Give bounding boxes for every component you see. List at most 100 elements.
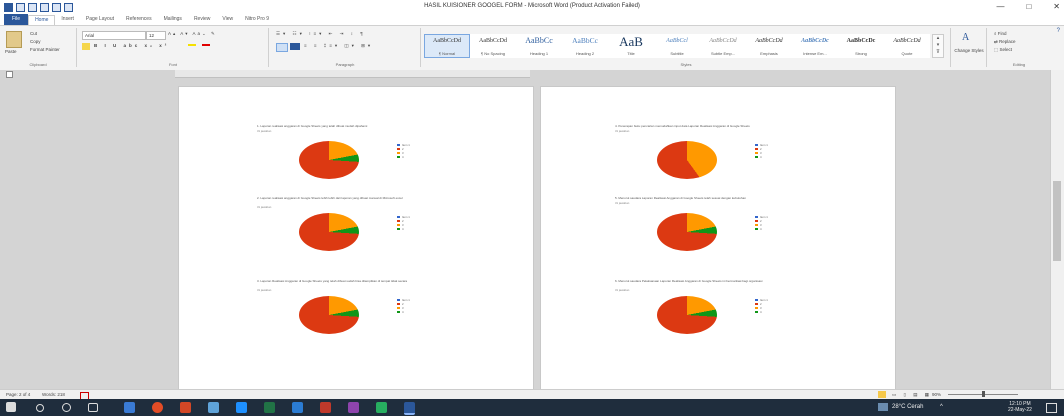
font-label: Font <box>168 62 177 67</box>
style-quote[interactable]: AaBbCcDd Quote <box>884 34 930 58</box>
page-count[interactable]: Page: 2 of 4 <box>6 392 30 397</box>
clipboard-label: Clipboard <box>29 62 47 67</box>
font-name-select[interactable]: Arial <box>82 31 146 40</box>
print-layout-icon[interactable] <box>878 391 886 398</box>
highlight-color-icon[interactable] <box>188 44 196 46</box>
notification-icon[interactable] <box>1046 403 1057 413</box>
maximize-button[interactable]: □ <box>1026 2 1031 11</box>
legend-swatch <box>397 227 400 231</box>
tray-chevron-icon[interactable]: ^ <box>940 404 943 410</box>
tab-file[interactable]: File <box>4 14 29 25</box>
style-intense-emphasis[interactable]: AaBbCcDc Intense Em... <box>792 34 838 58</box>
right-question-1: 4. Penerapan buku pencarian memudahkan i… <box>615 124 750 128</box>
zoom-slider-thumb[interactable] <box>982 391 985 397</box>
tab-nitro[interactable]: Nitro Pro 9 <box>239 14 275 25</box>
bold-highlight-icon[interactable] <box>82 43 90 50</box>
tab-home[interactable]: Home <box>28 14 56 25</box>
legend-swatch <box>755 227 758 231</box>
format-painter-button[interactable]: Format Painter <box>30 47 60 52</box>
taskbar: 28°C Cerah ^ 12:10 PM 22-May-22 <box>0 399 1064 416</box>
mail-icon[interactable] <box>292 402 303 413</box>
align-center-icon[interactable] <box>290 43 300 50</box>
edge-icon[interactable] <box>124 402 135 413</box>
view-buttons[interactable]: ▭ ▯ ▤ ▦ <box>892 392 932 398</box>
word-taskbar-icon[interactable] <box>404 402 415 415</box>
app-icon-5[interactable] <box>236 402 247 413</box>
weather-text[interactable]: 28°C Cerah <box>892 404 923 410</box>
zoom-level[interactable]: 90% <box>932 392 941 397</box>
paste-icon[interactable] <box>6 31 22 48</box>
legend-item: 4 <box>755 227 768 231</box>
clipboard-group: Paste Cut Copy Format Painter Clipboard <box>0 28 77 67</box>
style-heading-2[interactable]: AaBbCc Heading 2 <box>562 34 608 58</box>
style-title[interactable]: AaB Title <box>608 34 654 58</box>
legend-label: 4 <box>760 227 762 231</box>
legend-swatch <box>755 310 758 314</box>
cortana-icon[interactable] <box>62 403 71 412</box>
legend-item: 4 <box>397 155 410 159</box>
legend-swatch <box>755 302 758 306</box>
select-button[interactable]: ⬚ Select <box>994 47 1012 53</box>
alignment-buttons[interactable]: ≡ ≡ ‡≡▾ ◫▾ ⊞▾ <box>304 43 373 49</box>
tab-page-layout[interactable]: Page Layout <box>80 14 120 25</box>
right-pie-chart-1 <box>657 141 717 179</box>
scrollbar-thumb[interactable] <box>1053 181 1061 261</box>
excel-icon[interactable] <box>264 402 275 413</box>
replace-button[interactable]: ⇄ Replace <box>994 39 1016 45</box>
legend-label: 4 <box>402 155 404 159</box>
style-normal[interactable]: AaBbCcDd ¶ Normal <box>424 34 470 58</box>
tab-view[interactable]: View <box>216 14 239 25</box>
tab-selector-icon[interactable] <box>6 71 13 78</box>
cut-button[interactable]: Cut <box>30 31 37 36</box>
change-styles-group: A Change Styles <box>952 28 987 67</box>
app-icon-10[interactable] <box>376 402 387 413</box>
styles-scroll[interactable]: ▴ ▾ ⊽ <box>932 34 944 58</box>
app-icon-3[interactable] <box>180 402 191 413</box>
legend-label: 4 <box>760 155 762 159</box>
app-icon-8[interactable] <box>320 402 331 413</box>
style-subtitle[interactable]: AaBbCcl Subtitle <box>654 34 700 58</box>
font-format-buttons[interactable]: B I U abc x₂ x² <box>94 43 169 48</box>
change-styles-icon[interactable]: A <box>962 32 974 44</box>
windows-start-icon[interactable] <box>6 402 16 412</box>
tab-mailings[interactable]: Mailings <box>158 14 188 25</box>
align-left-icon[interactable] <box>276 43 288 52</box>
font-size-select[interactable]: 12 <box>146 31 166 40</box>
right-question-3: 6. Menurut saudara Pelaksanaan Laporan R… <box>615 279 763 283</box>
style-subtle-emphasis[interactable]: AaBbCcDd Subtle Emp... <box>700 34 746 58</box>
change-styles-button[interactable]: Change Styles <box>954 48 984 53</box>
font-size-buttons[interactable]: A▴ A▾ Aa⌄ ✎ <box>168 31 217 37</box>
style-heading-1[interactable]: AaBbCc Heading 1 <box>516 34 562 58</box>
tab-insert[interactable]: Insert <box>55 14 80 25</box>
window-controls: — □ ✕ <box>996 2 1060 11</box>
style-strong[interactable]: AaBbCcDc Strong <box>838 34 884 58</box>
font-color-icon[interactable] <box>202 44 210 46</box>
find-button[interactable]: ⌕ Find <box>994 31 1007 36</box>
task-view-icon[interactable] <box>88 403 98 412</box>
copy-button[interactable]: Copy <box>30 39 41 44</box>
minimize-button[interactable]: — <box>996 2 1004 11</box>
app-icon-9[interactable] <box>348 402 359 413</box>
legend-swatch <box>397 143 400 147</box>
search-icon[interactable] <box>36 404 44 412</box>
legend-item: 4 <box>755 155 768 159</box>
ribbon-tabs: File Home Insert Page Layout References … <box>0 14 1064 25</box>
help-icon[interactable]: ? <box>1057 28 1060 34</box>
legend-swatch <box>755 223 758 227</box>
tab-references[interactable]: References <box>120 14 158 25</box>
word-count[interactable]: Words: 218 <box>42 392 65 397</box>
file-explorer-icon[interactable] <box>208 402 219 413</box>
style-emphasis[interactable]: AaBbCcDd Emphasis <box>746 34 792 58</box>
style-no-spacing[interactable]: AaBbCcDd ¶ No Spacing <box>470 34 516 58</box>
list-buttons[interactable]: ☰▾ ☷▾ ⁝≡▾ ⇤ ⇥ ↕ ¶ <box>276 31 366 37</box>
tab-review[interactable]: Review <box>188 14 216 25</box>
paste-button[interactable]: Paste <box>5 49 17 54</box>
close-button[interactable]: ✕ <box>1053 2 1060 11</box>
legend-swatch <box>755 143 758 147</box>
horizontal-ruler[interactable] <box>175 70 530 78</box>
ribbon: Paste Cut Copy Format Painter Clipboard … <box>0 25 1064 71</box>
clock[interactable]: 12:10 PM 22-May-22 <box>1008 401 1032 413</box>
chrome-icon[interactable] <box>152 402 163 413</box>
title-bar: HASIL KUISIONER GOOGEL FORM - Microsoft … <box>0 0 1064 14</box>
legend-swatch <box>397 151 400 155</box>
